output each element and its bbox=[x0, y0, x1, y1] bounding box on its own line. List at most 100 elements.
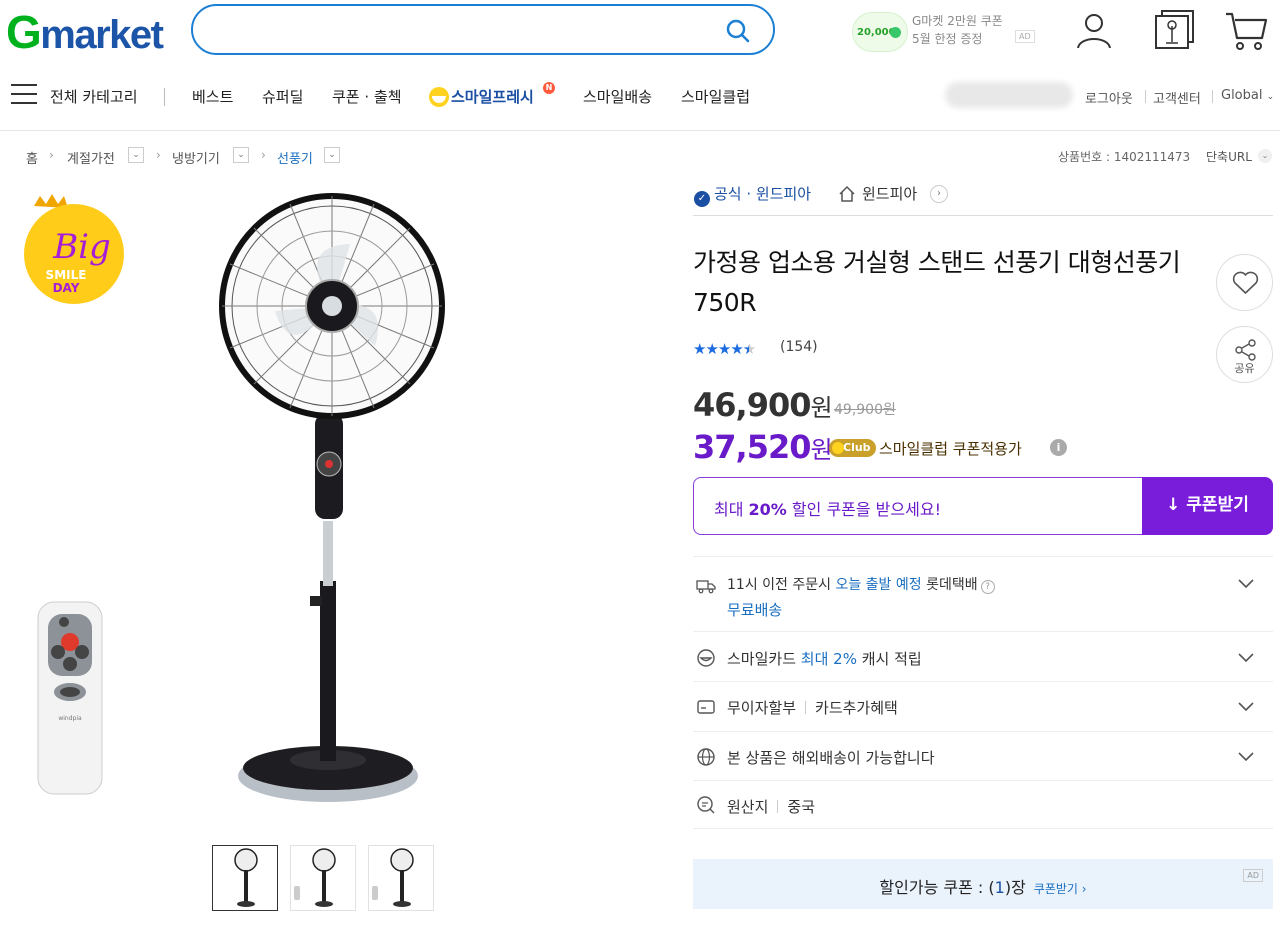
chevron-down-icon[interactable]: ⌄ bbox=[128, 147, 144, 163]
thumbnail-2[interactable] bbox=[290, 845, 356, 911]
seller-shop-link[interactable]: 윈드피아 bbox=[862, 183, 917, 204]
ad-tag: AD bbox=[1243, 869, 1263, 882]
available-coupon-link[interactable]: 쿠폰받기 › bbox=[1034, 882, 1087, 896]
logo-text: market bbox=[40, 13, 164, 57]
nav-all-categories[interactable]: 전체 카테고리 bbox=[50, 86, 138, 107]
installment-row[interactable]: 무이자할부 카드추가혜택 bbox=[693, 681, 1273, 731]
rating-stars: ★★★★★ bbox=[693, 340, 756, 358]
smile-card-row[interactable]: 스마일카드 최대 2% 캐시 적립 bbox=[693, 631, 1273, 681]
coupon-coin: 20,000 bbox=[852, 12, 908, 52]
chevron-down-icon[interactable] bbox=[1237, 648, 1255, 666]
ad-tag: AD bbox=[1015, 30, 1035, 43]
chevron-down-icon[interactable] bbox=[1237, 574, 1255, 592]
util-divider bbox=[1212, 90, 1213, 103]
club-price: 37,520원 bbox=[693, 428, 833, 466]
nav-best[interactable]: 베스트 bbox=[192, 86, 233, 107]
sale-price: 46,900원 bbox=[693, 386, 833, 424]
thumbnail-3[interactable] bbox=[368, 845, 434, 911]
chevron-down-icon[interactable]: ⌄ bbox=[233, 147, 249, 163]
badge-big-text: Big bbox=[52, 227, 111, 267]
thumbnail-fan-image bbox=[294, 848, 336, 907]
product-title: 가정용 업소용 거실형 스탠드 선풍기 대형선풍기 750R bbox=[693, 248, 1181, 317]
info-icon[interactable]: i bbox=[1050, 439, 1067, 456]
nav-smile-fresh[interactable]: 스마일프레시 bbox=[451, 86, 534, 107]
ad-line2: 5월 한정 증정 bbox=[912, 32, 983, 46]
chevron-down-icon[interactable]: ⌄ bbox=[324, 147, 340, 163]
verified-check-icon: ✓ bbox=[694, 191, 710, 207]
breadcrumb-seasonal[interactable]: 계절가전 bbox=[67, 148, 115, 167]
chevron-down-icon[interactable]: ⌄ bbox=[1258, 149, 1272, 163]
gmarket-logo[interactable]: Gmarket bbox=[6, 6, 164, 59]
product-main-image[interactable] bbox=[180, 186, 480, 811]
customer-center-link[interactable]: 고객센터 bbox=[1153, 88, 1201, 107]
nav-divider bbox=[164, 88, 165, 106]
coupon-ad-banner[interactable]: 20,000 G마켓 2만원 쿠폰 5월 한정 증정 AD bbox=[852, 8, 1042, 54]
my-page-icon[interactable] bbox=[1072, 8, 1116, 52]
heart-icon bbox=[1232, 271, 1259, 294]
help-icon[interactable]: ? bbox=[980, 580, 995, 594]
smile-card-icon bbox=[697, 649, 715, 667]
overseas-shipping-row[interactable]: 본 상품은 해외배송이 가능합니다 bbox=[693, 731, 1273, 780]
menu-icon[interactable] bbox=[11, 84, 37, 106]
credit-card-icon bbox=[697, 700, 715, 714]
search-icon[interactable] bbox=[725, 18, 751, 44]
badge-day-text: DAY bbox=[53, 281, 80, 295]
nav-smile-delivery[interactable]: 스마일배송 bbox=[583, 86, 652, 107]
new-badge: N bbox=[543, 82, 555, 94]
delivery-row[interactable]: 11시 이전 주문시 오늘 출발 예정 롯데택배? 무료배송 bbox=[693, 556, 1273, 631]
chevron-right-icon[interactable]: › bbox=[930, 185, 948, 203]
share-label: 공유 bbox=[1234, 362, 1255, 375]
product-number: 상품번호 : 1402111473 bbox=[1058, 150, 1191, 164]
thumbnail-1[interactable] bbox=[212, 845, 278, 911]
breadcrumb-home[interactable]: 홈 bbox=[26, 148, 38, 167]
header-divider bbox=[0, 130, 1280, 131]
available-coupon-bar[interactable]: 할인가능 쿠폰 : (1)장 쿠폰받기 › AD bbox=[693, 859, 1273, 909]
logout-link[interactable]: 로그아웃 bbox=[1085, 88, 1133, 107]
download-icon: ↓ bbox=[1166, 495, 1181, 515]
free-shipping-text: 무료배송 bbox=[727, 601, 783, 619]
origin-row: 원산지 중국 bbox=[693, 780, 1273, 829]
util-divider bbox=[1145, 90, 1146, 103]
short-url-button[interactable]: 단축URL bbox=[1206, 148, 1252, 165]
search-input[interactable] bbox=[215, 16, 715, 44]
global-link[interactable]: Global ⌄ bbox=[1221, 88, 1274, 103]
truck-icon bbox=[696, 580, 716, 594]
remote-control-image[interactable]: windpia bbox=[34, 600, 106, 796]
share-button[interactable]: 공유 bbox=[1216, 326, 1273, 383]
chevron-right-icon: › bbox=[156, 148, 161, 162]
original-price: 49,900원 bbox=[834, 402, 896, 418]
home-icon bbox=[839, 185, 855, 202]
coupon-banner: 최대 20% 할인 쿠폰을 받으세요! bbox=[693, 477, 1143, 535]
chevron-right-icon: › bbox=[49, 148, 54, 162]
nav-superdeal[interactable]: 슈퍼딜 bbox=[262, 86, 303, 107]
chevron-down-icon[interactable] bbox=[1237, 747, 1255, 765]
chevron-down-icon[interactable] bbox=[1237, 697, 1255, 715]
nav-coupon-checkin[interactable]: 쿠폰 · 출첵 bbox=[332, 86, 402, 107]
wishlist-button[interactable] bbox=[1216, 254, 1273, 311]
cart-icon[interactable] bbox=[1224, 8, 1268, 52]
official-seller-link[interactable]: ✓ 공식 · 윈드피아 bbox=[694, 183, 811, 207]
big-smile-day-badge: Big SMILE DAY bbox=[24, 194, 124, 304]
smile-fresh-icon bbox=[429, 87, 449, 107]
globe-icon bbox=[697, 748, 715, 766]
seller-divider bbox=[693, 215, 1273, 216]
badge-smile-text: SMILE bbox=[46, 268, 87, 282]
breadcrumb-fan[interactable]: 선풍기 bbox=[277, 148, 313, 167]
breadcrumb-cooling[interactable]: 냉방기기 bbox=[172, 148, 220, 167]
main-nav: 전체 카테고리 베스트 슈퍼딜 쿠폰 · 출첵 스마일프레시 N 스마일배송 스… bbox=[0, 74, 1280, 118]
coupon-message: 최대 20% 할인 쿠폰을 받으세요! bbox=[714, 500, 941, 519]
search-doc-icon bbox=[697, 796, 715, 814]
nav-smile-club[interactable]: 스마일클럽 bbox=[681, 86, 750, 107]
ad-line1: G마켓 2만원 쿠폰 bbox=[912, 14, 1003, 28]
thumbnail-fan-image bbox=[234, 848, 258, 907]
user-name-blurred bbox=[945, 82, 1073, 108]
search-bar bbox=[191, 4, 775, 55]
get-coupon-button[interactable]: ↓ 쿠폰받기 bbox=[1142, 477, 1273, 535]
recent-view-icon[interactable] bbox=[1152, 8, 1196, 52]
chevron-right-icon: › bbox=[261, 148, 266, 162]
review-count[interactable]: (154) bbox=[780, 339, 818, 355]
thumbnail-fan-image bbox=[372, 848, 414, 907]
logo-g: G bbox=[6, 6, 42, 58]
club-badge: Club bbox=[829, 439, 876, 457]
overseas-shipping-text: 본 상품은 해외배송이 가능합니다 bbox=[727, 749, 935, 767]
